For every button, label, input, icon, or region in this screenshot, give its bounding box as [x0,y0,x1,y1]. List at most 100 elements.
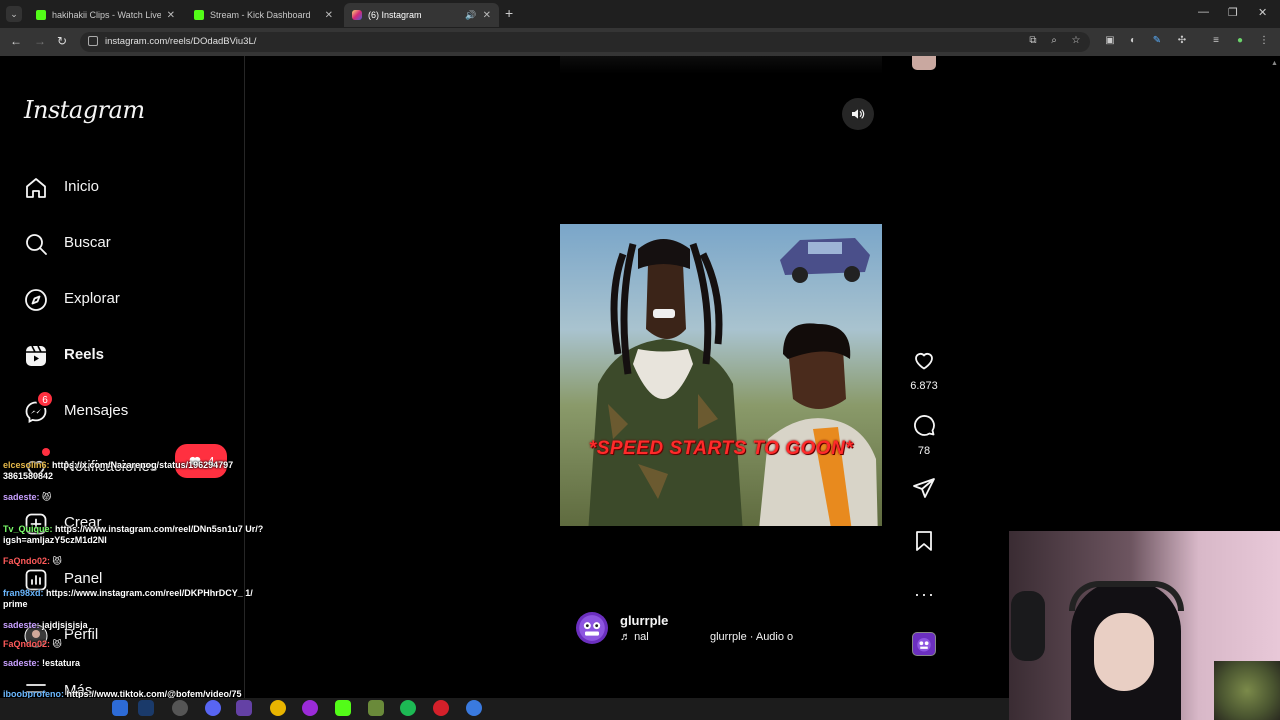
bookmark-star-icon[interactable]: ☆ [1070,35,1082,47]
chat-message: FaQndo02: 😾 [3,556,267,567]
opera-icon[interactable] [433,700,449,716]
webcam-plant [1214,661,1280,720]
comment-button[interactable]: 78 [908,413,940,457]
minimize-button[interactable]: — [1198,6,1209,18]
profile-icon[interactable]: ● [1234,35,1246,47]
owner-avatar[interactable] [576,612,608,644]
heart-icon [915,353,933,370]
file-explorer-icon[interactable] [112,700,128,716]
chrome-active-icon[interactable] [466,700,482,716]
tab-close-icon[interactable]: ✕ [483,10,491,21]
sidebar-item-label: Buscar [64,234,111,251]
scroll-up-arrow-icon[interactable]: ▲ [1271,60,1278,67]
close-window-button[interactable]: ✕ [1258,6,1267,19]
streamer-face [1094,613,1154,691]
more-options-button[interactable]: ··· [914,584,935,605]
monster-avatar-icon [917,638,931,652]
bookmark-icon [916,531,932,551]
sidebar-item-inicio[interactable]: Inicio [24,174,99,202]
instagram-favicon [352,10,362,20]
instagram-logo[interactable]: Instagram [24,96,145,124]
chat-username: FaQndo02: [3,639,51,649]
sidebar-item-mensajes[interactable]: 6 Mensajes [24,390,128,426]
streamer-webcam [1009,531,1280,720]
mute-button[interactable] [842,98,874,130]
tab-audio-icon[interactable]: 🔊 [465,10,476,21]
chat-username: Tv_Quique: [3,524,53,534]
chrome-icon[interactable] [270,700,286,716]
extension-icon[interactable]: ✎ [1151,35,1163,47]
share-button[interactable] [908,476,940,505]
maximize-button[interactable]: ❐ [1228,6,1238,19]
twitch-icon[interactable] [236,700,252,716]
comment-icon [914,415,935,436]
owner-username[interactable]: glurrple [620,613,668,628]
chat-message: Tv_Quique: https://www.instagram.com/ree… [3,524,267,546]
tab-kick-dashboard[interactable]: Stream - Kick Dashboard ✕ [186,3,341,27]
sidebar-item-label: Mensajes [64,402,129,419]
speaker-icon [852,109,865,119]
sidebar-item-explorar[interactable]: Explorar [24,286,120,314]
audio-label[interactable]: ♬ nal [620,631,649,643]
media-icon[interactable]: ≡ [1210,35,1222,47]
chat-message: FaQndo02: 😾 [3,639,267,650]
kick-favicon [194,10,204,20]
reload-icon[interactable]: ↻ [57,34,67,48]
sidebar-item-buscar[interactable]: Buscar [24,230,111,258]
previous-reel-edge [560,56,882,74]
chat-username: elcesolin6: [3,460,50,470]
new-tab-button[interactable]: + [505,5,513,21]
stream-chat-overlay: elcesolin6: https://x.com/Nazarenog/stat… [0,458,268,720]
messages-badge: 6 [36,390,54,408]
send-icon [913,478,935,498]
reels-icon [26,345,46,366]
tab-title: (6) Instagram [368,10,422,20]
chat-username: fran98xd: [3,588,44,598]
chat-text: !estatura [42,658,81,668]
sidebar-item-label: Inicio [64,178,100,195]
sidebar-item-label: Reels [64,346,105,363]
tab-close-icon[interactable]: ✕ [167,10,175,21]
forward-icon[interactable]: → [34,34,46,48]
discord-icon[interactable] [205,700,221,716]
vehicle-graphic [780,238,870,283]
extension-icon[interactable]: ▣ [1104,35,1116,47]
audio-marquee[interactable]: glurrple · Audio o [710,631,793,643]
chat-message: sadeste: 😾 [3,492,267,503]
install-icon[interactable]: ⧉ [1027,35,1039,47]
extension-icon[interactable]: ◐ [1127,35,1139,47]
tab-title: hakihakii Clips - Watch Live on [52,10,161,20]
kick-icon[interactable] [335,700,351,716]
like-button[interactable]: 6.873 [908,348,940,392]
reel-video[interactable]: *SPEED STARTS TO GOON* [560,224,882,526]
url-text[interactable]: instagram.com/reels/DOdadBViu3L/ [105,36,256,47]
app-icon[interactable] [302,700,318,716]
chat-username: sadeste: [3,492,40,502]
audio-thumbnail[interactable] [912,632,936,656]
kebab-menu-icon[interactable]: ⋮ [1258,35,1270,47]
obs-icon[interactable] [172,700,188,716]
sidebar-item-label: Explorar [64,290,120,307]
search-icon [26,234,47,255]
chat-message: sadeste: !estatura [3,658,267,669]
monster-avatar-icon [579,615,605,641]
site-info-icon[interactable] [88,36,98,46]
minecraft-icon[interactable] [368,700,384,716]
save-button[interactable] [908,529,940,558]
tab-instagram[interactable]: (6) Instagram 🔊 ✕ [344,3,499,27]
chat-emote: 😾 [52,639,62,649]
audio-name-short: nal [634,631,649,643]
puzzle-icon[interactable]: ✣ [1176,35,1188,47]
chat-emote: 😾 [42,492,52,502]
tab-search-icon[interactable]: ⌄ [6,6,22,22]
spotify-icon[interactable] [400,700,416,716]
comment-count: 78 [917,445,931,457]
sidebar-item-reels[interactable]: Reels [24,342,104,370]
microphone-graphic [1011,591,1045,661]
tab-hakihakii-clips[interactable]: hakihakii Clips - Watch Live on ✕ [28,3,183,27]
back-icon[interactable]: ← [10,34,22,48]
chat-username: sadeste: [3,658,40,668]
steam-icon[interactable] [138,700,154,716]
zoom-icon[interactable]: ⌕ [1048,35,1060,47]
tab-close-icon[interactable]: ✕ [325,10,333,21]
